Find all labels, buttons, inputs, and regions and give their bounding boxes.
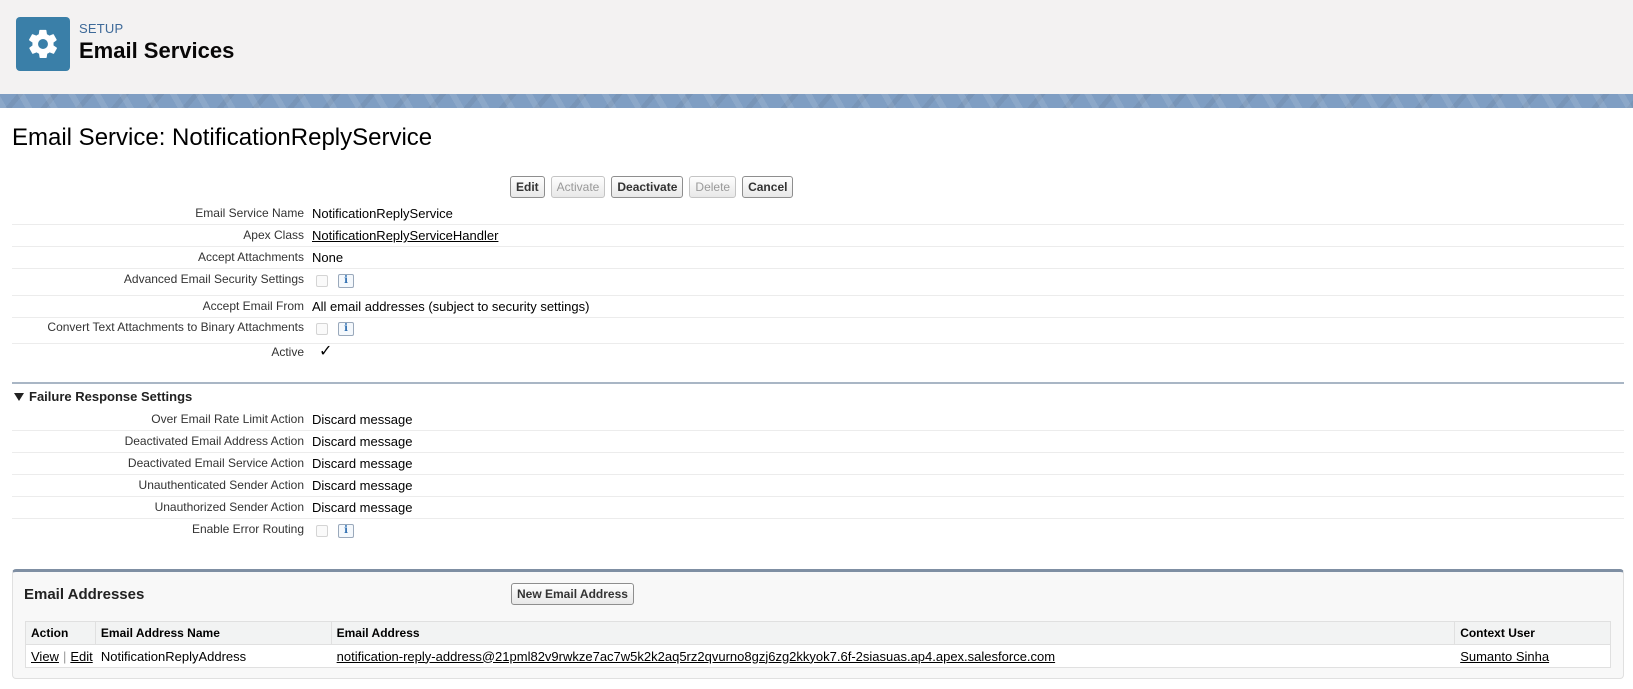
- column-header-name[interactable]: Email Address Name: [96, 622, 332, 644]
- row-accept-from: Accept Email From All email addresses (s…: [12, 299, 1624, 318]
- action-separator: |: [62, 648, 67, 664]
- active-label: Active: [271, 345, 304, 359]
- apex-class-label: Apex Class: [243, 228, 304, 242]
- accept-from-label: Accept Email From: [202, 299, 304, 313]
- row-deactivated-address: Deactivated Email Address Action Discard…: [12, 434, 1624, 453]
- accept-attachments-value: None: [312, 250, 344, 265]
- page-header: SETUP Email Services: [0, 0, 1633, 94]
- error-routing-label: Enable Error Routing: [191, 522, 304, 536]
- email-addresses-title: Email Addresses: [24, 586, 145, 603]
- row-service-name: Email Service Name NotificationReplyServ…: [12, 206, 1624, 225]
- deactivated-address-label: Deactivated Email Address Action: [124, 434, 304, 448]
- detail-button-row: Edit Activate Deactivate Delete Cancel: [510, 176, 794, 199]
- service-name-value: NotificationReplyService: [312, 206, 453, 221]
- view-link[interactable]: View: [31, 649, 59, 664]
- advanced-security-label: Advanced Email Security Settings: [123, 272, 304, 286]
- row-accept-attachments: Accept Attachments None: [12, 250, 1624, 269]
- active-checkmark-icon: ✓: [319, 343, 333, 360]
- row-advanced-security: Advanced Email Security Settings i: [12, 272, 1624, 296]
- over-rate-label: Over Email Rate Limit Action: [151, 412, 304, 426]
- over-rate-value: Discard message: [312, 412, 413, 427]
- edit-button[interactable]: Edit: [510, 176, 545, 198]
- header-eyebrow: SETUP: [79, 21, 124, 36]
- row-convert-text: Convert Text Attachments to Binary Attac…: [12, 320, 1624, 344]
- delete-button[interactable]: Delete: [689, 176, 737, 198]
- advanced-security-checkbox: [316, 274, 328, 287]
- collapse-triangle-icon: [14, 392, 24, 401]
- row-active: Active ✓: [12, 343, 1624, 367]
- page-title: Email Service: NotificationReplyService: [12, 124, 433, 151]
- convert-text-label: Convert Text Attachments to Binary Attac…: [47, 320, 304, 334]
- edit-link[interactable]: Edit: [70, 649, 92, 664]
- row-actions: View | Edit: [26, 645, 96, 667]
- unauthorized-value: Discard message: [312, 500, 413, 515]
- table-header-row: Action Email Address Name Email Address …: [26, 622, 1610, 645]
- row-unauthenticated: Unauthenticated Sender Action Discard me…: [12, 478, 1624, 497]
- info-icon[interactable]: i: [338, 523, 354, 538]
- gear-icon: [16, 17, 70, 71]
- decorative-band: [0, 94, 1633, 108]
- table-row: View | Edit NotificationReplyAddress not…: [26, 645, 1610, 667]
- row-unauthorized: Unauthorized Sender Action Discard messa…: [12, 500, 1624, 519]
- email-addresses-table: Action Email Address Name Email Address …: [25, 621, 1611, 668]
- failure-section-toggle[interactable]: Failure Response Settings: [14, 389, 192, 404]
- activate-button[interactable]: Activate: [550, 176, 606, 198]
- row-error-routing: Enable Error Routing i: [12, 522, 1624, 544]
- deactivated-service-value: Discard message: [312, 456, 413, 471]
- unauthorized-label: Unauthorized Sender Action: [154, 500, 304, 514]
- accept-from-value: All email addresses (subject to security…: [312, 299, 590, 314]
- email-address-link[interactable]: notification-reply-address@21pml82v9rwkz…: [337, 649, 1055, 664]
- row-deactivated-service: Deactivated Email Service Action Discard…: [12, 456, 1624, 475]
- row-over-rate: Over Email Rate Limit Action Discard mes…: [12, 412, 1624, 431]
- info-icon[interactable]: i: [338, 321, 354, 336]
- info-icon[interactable]: i: [338, 273, 354, 288]
- unauthenticated-value: Discard message: [312, 478, 413, 493]
- accept-attachments-label: Accept Attachments: [197, 250, 304, 264]
- email-address-name: NotificationReplyAddress: [100, 648, 247, 664]
- unauthenticated-label: Unauthenticated Sender Action: [138, 478, 304, 492]
- cancel-button[interactable]: Cancel: [742, 176, 794, 198]
- column-header-address[interactable]: Email Address: [332, 622, 1456, 644]
- service-name-label: Email Service Name: [195, 206, 304, 220]
- column-header-action[interactable]: Action: [26, 622, 96, 644]
- new-email-address-button[interactable]: New Email Address: [511, 583, 634, 605]
- section-divider: [12, 382, 1624, 384]
- column-header-context-user[interactable]: Context User: [1455, 622, 1610, 644]
- deactivated-address-value: Discard message: [312, 434, 413, 449]
- convert-text-checkbox: [316, 322, 328, 335]
- apex-class-link[interactable]: NotificationReplyServiceHandler: [312, 228, 498, 243]
- error-routing-checkbox: [316, 524, 328, 537]
- context-user-link[interactable]: Sumanto Sinha: [1460, 649, 1549, 664]
- header-title: Email Services: [79, 38, 235, 63]
- failure-section-title: Failure Response Settings: [29, 389, 193, 404]
- row-apex-class: Apex Class NotificationReplyServiceHandl…: [12, 228, 1624, 247]
- deactivate-button[interactable]: Deactivate: [611, 176, 684, 198]
- deactivated-service-label: Deactivated Email Service Action: [127, 456, 304, 470]
- email-addresses-panel: Email Addresses New Email Address Action…: [12, 569, 1624, 679]
